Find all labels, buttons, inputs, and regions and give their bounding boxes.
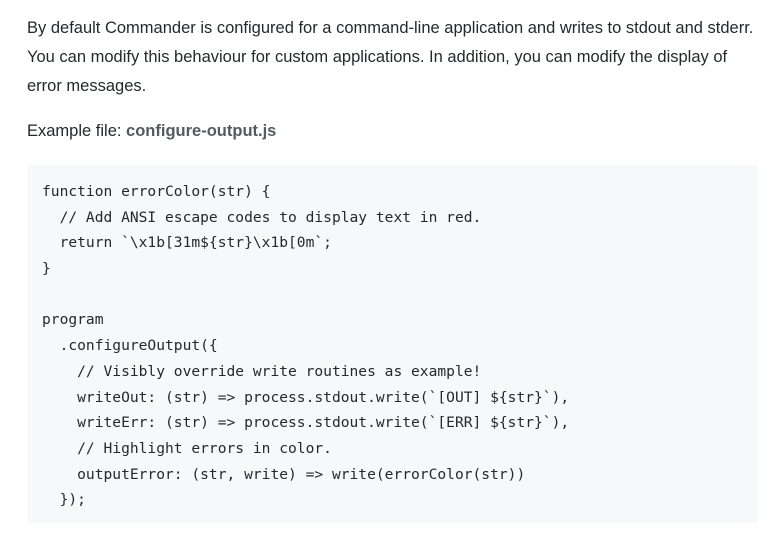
code-line-3: return `\x1b[31m${str}\x1b[0m`; [42,234,332,252]
code-line-12: outputError: (str, write) => write(error… [42,465,526,483]
code-line-10: writeErr: (str) => process.stdout.write(… [42,414,570,432]
code-line-11: // Highlight errors in color. [42,439,332,457]
code-line-9: writeOut: (str) => process.stdout.write(… [42,388,570,406]
example-file-line: Example file: configure-output.js [27,119,759,143]
code-line-7: .configureOutput({ [42,337,218,355]
code-line-8: // Visibly override write routines as ex… [42,362,482,380]
code-listing: function errorColor(str) { // Add ANSI e… [42,179,758,513]
code-block: function errorColor(str) { // Add ANSI e… [27,165,758,523]
code-line-2: // Add ANSI escape codes to display text… [42,208,482,226]
example-file-label: Example file: [27,122,127,140]
code-line-4: } [42,260,51,278]
code-line-5: ​ [42,282,758,308]
code-line-6: program [42,311,104,329]
intro-paragraph: By default Commander is configured for a… [27,19,754,95]
code-line-13: }); [42,491,86,509]
code-line-1: function errorColor(str) { [42,183,271,200]
example-file-link[interactable]: configure-output.js [126,122,276,140]
readme-section: By default Commander is configured for a… [27,14,759,143]
